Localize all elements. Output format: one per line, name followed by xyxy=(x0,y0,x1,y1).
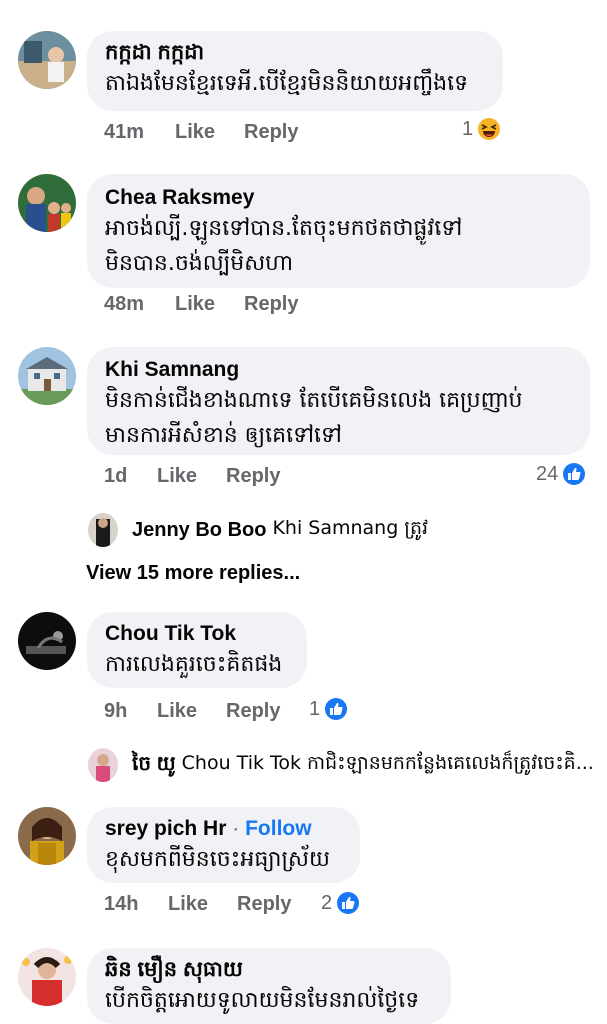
comment-bubble: ឆិន មឿន សុធាយ បើកចិត្តអោយទូលាយមិនមែនរាល់… xyxy=(87,948,451,1024)
reply-button[interactable]: Reply xyxy=(226,700,280,723)
reaction-number: 24 xyxy=(536,462,559,485)
like-button[interactable]: Like xyxy=(157,700,197,723)
comment-time[interactable]: 9h xyxy=(104,700,127,723)
commenter-name[interactable]: Khi Samnang xyxy=(105,357,572,383)
comment-bubble: Khi Samnang មិនកាន់ជើងខាងណាទេ តែបើគេមិនល… xyxy=(87,347,590,455)
commenter-name-link[interactable]: srey pich Hr xyxy=(105,817,226,840)
reply-button[interactable]: Reply xyxy=(244,121,298,144)
comment-text: បើកចិត្តអោយទូលាយមិនមែនរាល់ថ្ងៃទេ xyxy=(105,988,420,1013)
like-button[interactable]: Like xyxy=(175,293,215,316)
comment-time[interactable]: 41m xyxy=(104,121,144,144)
commenter-name[interactable]: កក្កដា កក្កដា xyxy=(105,40,485,66)
reply-author-name[interactable]: ចៃ យូ xyxy=(132,750,176,780)
reply-button[interactable]: Reply xyxy=(226,465,280,488)
reply-preview[interactable]: ចៃ យូ Chou Tik Tok កាជិះឡានមកកន្លែងគេលេង… xyxy=(88,748,594,782)
comment-text: មានការអីសំខាន់ ឲ្យគេទៅទៅ xyxy=(105,423,342,448)
like-thumb-icon xyxy=(325,698,348,720)
reply-snippet: Chou Tik Tok កាជិះឡានមកកន្លែងគេលេងក៏ត្រូ… xyxy=(181,752,594,774)
reaction-count[interactable]: 1 xyxy=(309,697,348,721)
comment-text: មិនបាន.ចង់ល្បីមិសហា xyxy=(105,251,294,276)
avatar[interactable] xyxy=(18,174,76,232)
avatar[interactable] xyxy=(18,807,76,865)
commenter-name[interactable]: Chea Raksmey xyxy=(105,185,572,211)
like-button[interactable]: Like xyxy=(168,893,208,916)
reply-snippet: Khi Samnang ត្រូវ xyxy=(272,517,429,539)
avatar[interactable] xyxy=(88,748,118,782)
comment-time[interactable]: 48m xyxy=(104,293,144,316)
commenter-name: srey pich Hr · Follow xyxy=(105,816,342,842)
comment-text: អាចង់ល្បី.ឡូនទៅបាន.តែចុះមកថតថាផ្លូវទៅ xyxy=(105,216,463,241)
comment-text: ការលេងគួរចេះគិតផង xyxy=(105,652,283,677)
reply-button[interactable]: Reply xyxy=(244,293,298,316)
comment-time[interactable]: 14h xyxy=(104,893,138,916)
separator-dot: · xyxy=(232,817,240,840)
commenter-name[interactable]: ឆិន មឿន សុធាយ xyxy=(105,957,433,983)
avatar[interactable] xyxy=(88,513,118,547)
comment-time[interactable]: 1d xyxy=(104,465,127,488)
comment-bubble: Chea Raksmey អាចង់ល្បី.ឡូនទៅបាន.តែចុះមកថ… xyxy=(87,174,590,288)
reply-preview[interactable]: Jenny Bo Boo Khi Samnang ត្រូវ xyxy=(88,513,428,547)
reply-author-name[interactable]: Jenny Bo Boo xyxy=(132,519,266,542)
comment-bubble: srey pich Hr · Follow ខុសមកពីមិនចេះអធ្យា… xyxy=(87,807,360,883)
like-button[interactable]: Like xyxy=(175,121,215,144)
haha-emoji-icon xyxy=(478,118,501,140)
avatar[interactable] xyxy=(18,612,76,670)
reaction-count[interactable]: 2 xyxy=(321,891,360,915)
comment-text: មិនកាន់ជើងខាងណាទេ តែបើគេមិនលេង គេប្រញាប់ xyxy=(105,388,523,413)
reply-button[interactable]: Reply xyxy=(237,893,291,916)
reaction-number: 1 xyxy=(462,117,474,140)
avatar[interactable] xyxy=(18,948,76,1006)
reaction-count[interactable]: 24 xyxy=(536,462,586,486)
follow-button[interactable]: Follow xyxy=(245,817,312,840)
comment-bubble: Chou Tik Tok ការលេងគួរចេះគិតផង xyxy=(87,612,307,688)
avatar[interactable] xyxy=(18,31,76,89)
reaction-number: 1 xyxy=(309,697,321,720)
view-more-replies-link[interactable]: View 15 more replies... xyxy=(86,562,300,585)
comment-bubble: កក្កដា កក្កដា តាឯងមែនខ្មែរទេអី.បើខ្មែរមិ… xyxy=(87,31,503,111)
comment-text: តាឯងមែនខ្មែរទេអី.បើខ្មែរមិននិយាយអញ្ចឹងទេ xyxy=(105,71,469,96)
like-button[interactable]: Like xyxy=(157,465,197,488)
reaction-number: 2 xyxy=(321,891,333,914)
comment-text: ខុសមកពីមិនចេះអធ្យាស្រ័យ xyxy=(105,847,330,872)
like-thumb-icon xyxy=(337,892,360,914)
avatar[interactable] xyxy=(18,347,76,405)
reaction-count[interactable]: 1 xyxy=(462,117,501,141)
like-thumb-icon xyxy=(563,463,586,485)
commenter-name[interactable]: Chou Tik Tok xyxy=(105,621,289,647)
